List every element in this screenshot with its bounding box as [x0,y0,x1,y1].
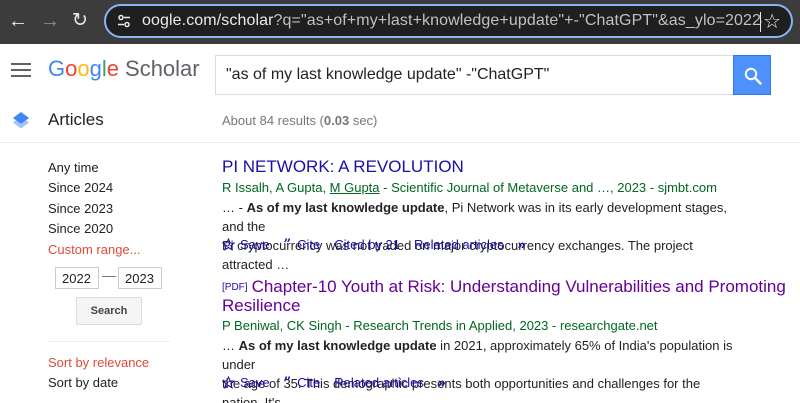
search-query: "as of my last knowledge update" -"ChatG… [226,66,550,83]
cite-button[interactable]: ” Cite [284,375,321,390]
filter-since-2024[interactable]: Since 2024 [48,180,113,195]
text-cursor [760,12,761,32]
save-button[interactable]: Save [222,375,270,390]
result-snippet: … As of my last knowledge update in 2021… [222,338,733,403]
filter-since-2020[interactable]: Since 2020 [48,221,113,236]
more-chevrons-icon[interactable]: » [438,374,446,390]
quote-icon: ” [283,374,292,390]
related-articles-link[interactable]: Related articles [334,375,424,390]
url-host: oogle.com/scholar [142,12,274,29]
result-actions: Save ” Cite Related articles » [222,374,446,390]
filter-custom-range[interactable]: Custom range... [48,242,141,257]
result-authors: P Beniwal, CK Singh - Research Trends in… [222,318,658,333]
filter-any-time[interactable]: Any time [48,160,99,175]
result-authors: R Issalh, A Gupta, M Gupta - Scientific … [222,180,717,195]
logo-product-name: Scholar [125,56,200,81]
header-divider [0,142,800,143]
quote-icon: ” [283,236,292,252]
articles-icon [13,112,29,129]
cite-button[interactable]: ” Cite [284,237,321,252]
star-icon [222,237,235,251]
browser-toolbar: ← → ↻ oogle.com/scholar?q="as+of+my+last… [0,0,800,44]
result-title-continued[interactable]: Resilience [222,296,300,316]
search-button[interactable] [733,55,771,95]
result-title-link[interactable]: [PDF] Chapter-10 Youth at Risk: Understan… [222,277,786,297]
results-count: About 84 results (0.03 sec) [222,113,378,128]
bookmark-star-icon[interactable]: ☆ [763,9,781,34]
forward-arrow-icon[interactable]: → [40,10,60,32]
pdf-tag: [PDF] [222,282,248,293]
search-icon [744,67,762,85]
search-input[interactable]: "as of my last knowledge update" -"ChatG… [215,55,734,95]
google-scholar-logo[interactable]: Google Scholar [48,56,200,82]
result-actions: Save ” Cite Cited by 21 Related articles … [222,236,526,252]
sort-by-date[interactable]: Sort by date [48,375,118,390]
sidebar-divider [48,341,170,342]
back-arrow-icon[interactable]: ← [8,10,28,32]
author-link[interactable]: M Gupta [330,180,380,195]
section-title: Articles [48,110,104,129]
reload-icon[interactable]: ↻ [72,10,88,32]
menu-icon[interactable] [11,63,31,77]
more-chevrons-icon[interactable]: » [518,236,526,252]
save-button[interactable]: Save [222,237,270,252]
related-articles-link[interactable]: Related articles [414,237,504,252]
address-bar[interactable]: oogle.com/scholar?q="as+of+my+last+knowl… [104,4,793,38]
range-search-button[interactable]: Search [76,297,142,325]
year-from-input[interactable]: 2022 [55,267,99,289]
year-to-input[interactable]: 2023 [118,267,162,289]
cited-by-link[interactable]: Cited by 21 [334,237,400,252]
site-info-icon[interactable] [116,13,132,29]
filter-since-2023[interactable]: Since 2023 [48,201,113,216]
url-query: ?q="as+of+my+last+knowledge+update"+-"Ch… [273,12,762,29]
sort-by-relevance[interactable]: Sort by relevance [48,355,149,370]
star-icon [222,375,235,389]
url-text[interactable]: oogle.com/scholar?q="as+of+my+last+knowl… [142,12,762,30]
range-dash [102,276,116,277]
result-title-link[interactable]: PI NETWORK: A REVOLUTION [222,157,464,177]
